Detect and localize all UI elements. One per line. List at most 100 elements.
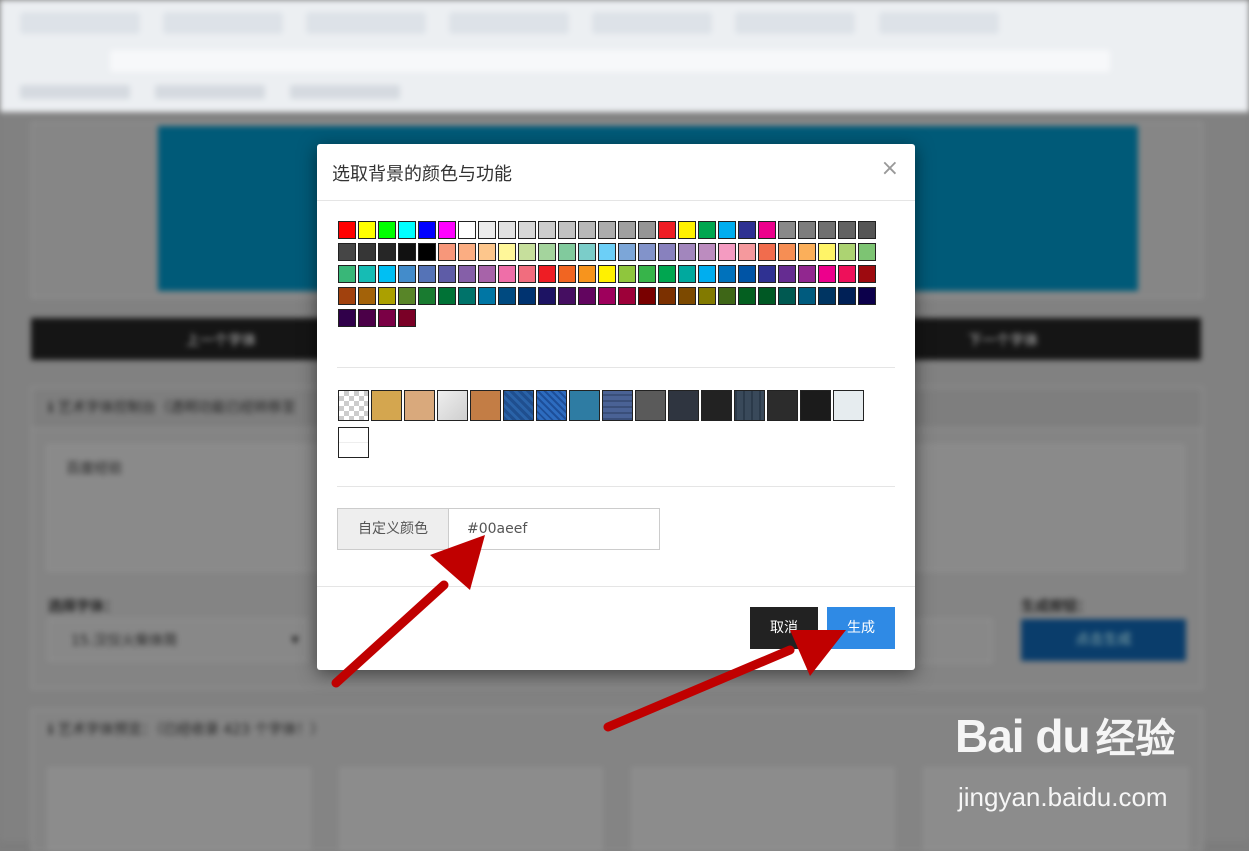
color-swatch[interactable] [418, 221, 436, 239]
color-swatch[interactable] [838, 243, 856, 261]
color-swatch[interactable] [778, 221, 796, 239]
next-font-link[interactable]: 下一个字体 [968, 330, 1038, 350]
color-swatch[interactable] [698, 287, 716, 305]
color-swatch[interactable] [658, 221, 676, 239]
font-select[interactable]: 15.汉仪火柴体简 ▼ [48, 619, 308, 661]
color-swatch[interactable] [858, 265, 876, 283]
color-swatch[interactable] [678, 287, 696, 305]
color-swatch[interactable] [818, 287, 836, 305]
color-swatch[interactable] [518, 287, 536, 305]
color-swatch[interactable] [438, 221, 456, 239]
color-swatch[interactable] [378, 265, 396, 283]
color-swatch[interactable] [638, 287, 656, 305]
color-swatch[interactable] [478, 243, 496, 261]
color-swatch[interactable] [338, 309, 356, 327]
custom-color-input[interactable]: #00aeef [448, 508, 660, 550]
color-swatch[interactable] [378, 221, 396, 239]
color-swatch[interactable] [678, 221, 696, 239]
texture-swatch-paper[interactable] [437, 390, 468, 421]
color-swatch[interactable] [338, 221, 356, 239]
color-swatch[interactable] [498, 221, 516, 239]
color-swatch[interactable] [638, 265, 656, 283]
color-swatch[interactable] [358, 309, 376, 327]
option-input[interactable] [912, 619, 992, 663]
color-swatch[interactable] [478, 287, 496, 305]
color-swatch[interactable] [558, 265, 576, 283]
bookmark-item[interactable] [290, 85, 401, 99]
color-swatch[interactable] [438, 265, 456, 283]
color-swatch[interactable] [758, 265, 776, 283]
color-swatch[interactable] [658, 287, 676, 305]
color-swatch[interactable] [618, 287, 636, 305]
bookmark-item[interactable] [155, 85, 266, 99]
color-swatch[interactable] [398, 221, 416, 239]
font-preview-card[interactable] [632, 768, 894, 850]
texture-swatch-gray-dark[interactable] [635, 390, 666, 421]
color-swatch[interactable] [458, 287, 476, 305]
color-swatch[interactable] [418, 243, 436, 261]
color-swatch[interactable] [658, 243, 676, 261]
color-swatch[interactable] [578, 265, 596, 283]
color-swatch[interactable] [438, 287, 456, 305]
color-swatch[interactable] [398, 309, 416, 327]
color-swatch[interactable] [718, 265, 736, 283]
texture-swatch-teal-swirl[interactable] [569, 390, 600, 421]
color-swatch[interactable] [798, 243, 816, 261]
texture-swatch-gold[interactable] [371, 390, 402, 421]
color-swatch[interactable] [378, 287, 396, 305]
color-swatch[interactable] [418, 287, 436, 305]
texture-swatch-navy-lines[interactable] [503, 390, 534, 421]
color-swatch[interactable] [698, 243, 716, 261]
color-swatch[interactable] [818, 221, 836, 239]
browser-tab[interactable] [878, 12, 999, 34]
color-swatch[interactable] [778, 265, 796, 283]
color-swatch[interactable] [718, 221, 736, 239]
color-swatch[interactable] [838, 265, 856, 283]
color-swatch[interactable] [398, 265, 416, 283]
color-swatch[interactable] [338, 265, 356, 283]
browser-tab[interactable] [306, 12, 427, 34]
texture-swatch-black[interactable] [800, 390, 831, 421]
generate-button[interactable]: 生成 [827, 607, 895, 649]
color-swatch[interactable] [638, 221, 656, 239]
color-swatch[interactable] [578, 243, 596, 261]
texture-swatch-leather[interactable] [470, 390, 501, 421]
font-preview-card[interactable] [340, 768, 602, 850]
color-swatch[interactable] [618, 265, 636, 283]
color-swatch[interactable] [738, 221, 756, 239]
color-swatch[interactable] [518, 221, 536, 239]
color-swatch[interactable] [558, 287, 576, 305]
color-swatch[interactable] [458, 243, 476, 261]
texture-swatch-blue-grid[interactable] [602, 390, 633, 421]
color-swatch[interactable] [538, 243, 556, 261]
color-swatch[interactable] [578, 287, 596, 305]
browser-tab[interactable] [735, 12, 856, 34]
color-swatch[interactable] [778, 243, 796, 261]
color-swatch[interactable] [458, 265, 476, 283]
color-swatch[interactable] [358, 287, 376, 305]
color-swatch[interactable] [838, 287, 856, 305]
color-swatch[interactable] [558, 221, 576, 239]
color-swatch[interactable] [338, 287, 356, 305]
color-swatch[interactable] [718, 243, 736, 261]
color-swatch[interactable] [598, 243, 616, 261]
color-swatch[interactable] [398, 243, 416, 261]
color-swatch[interactable] [858, 243, 876, 261]
color-swatch[interactable] [758, 243, 776, 261]
texture-swatch-dark-grid[interactable] [734, 390, 765, 421]
color-swatch[interactable] [758, 287, 776, 305]
click-generate-button[interactable]: 点击生成 [1021, 619, 1186, 661]
color-swatch[interactable] [618, 221, 636, 239]
color-swatch[interactable] [798, 287, 816, 305]
color-swatch[interactable] [818, 243, 836, 261]
color-swatch[interactable] [678, 265, 696, 283]
color-swatch[interactable] [698, 265, 716, 283]
color-swatch[interactable] [618, 243, 636, 261]
color-swatch[interactable] [598, 221, 616, 239]
color-swatch[interactable] [478, 221, 496, 239]
color-swatch[interactable] [658, 265, 676, 283]
color-swatch[interactable] [778, 287, 796, 305]
color-swatch[interactable] [798, 265, 816, 283]
browser-tab[interactable] [20, 12, 140, 34]
color-swatch[interactable] [338, 243, 356, 261]
